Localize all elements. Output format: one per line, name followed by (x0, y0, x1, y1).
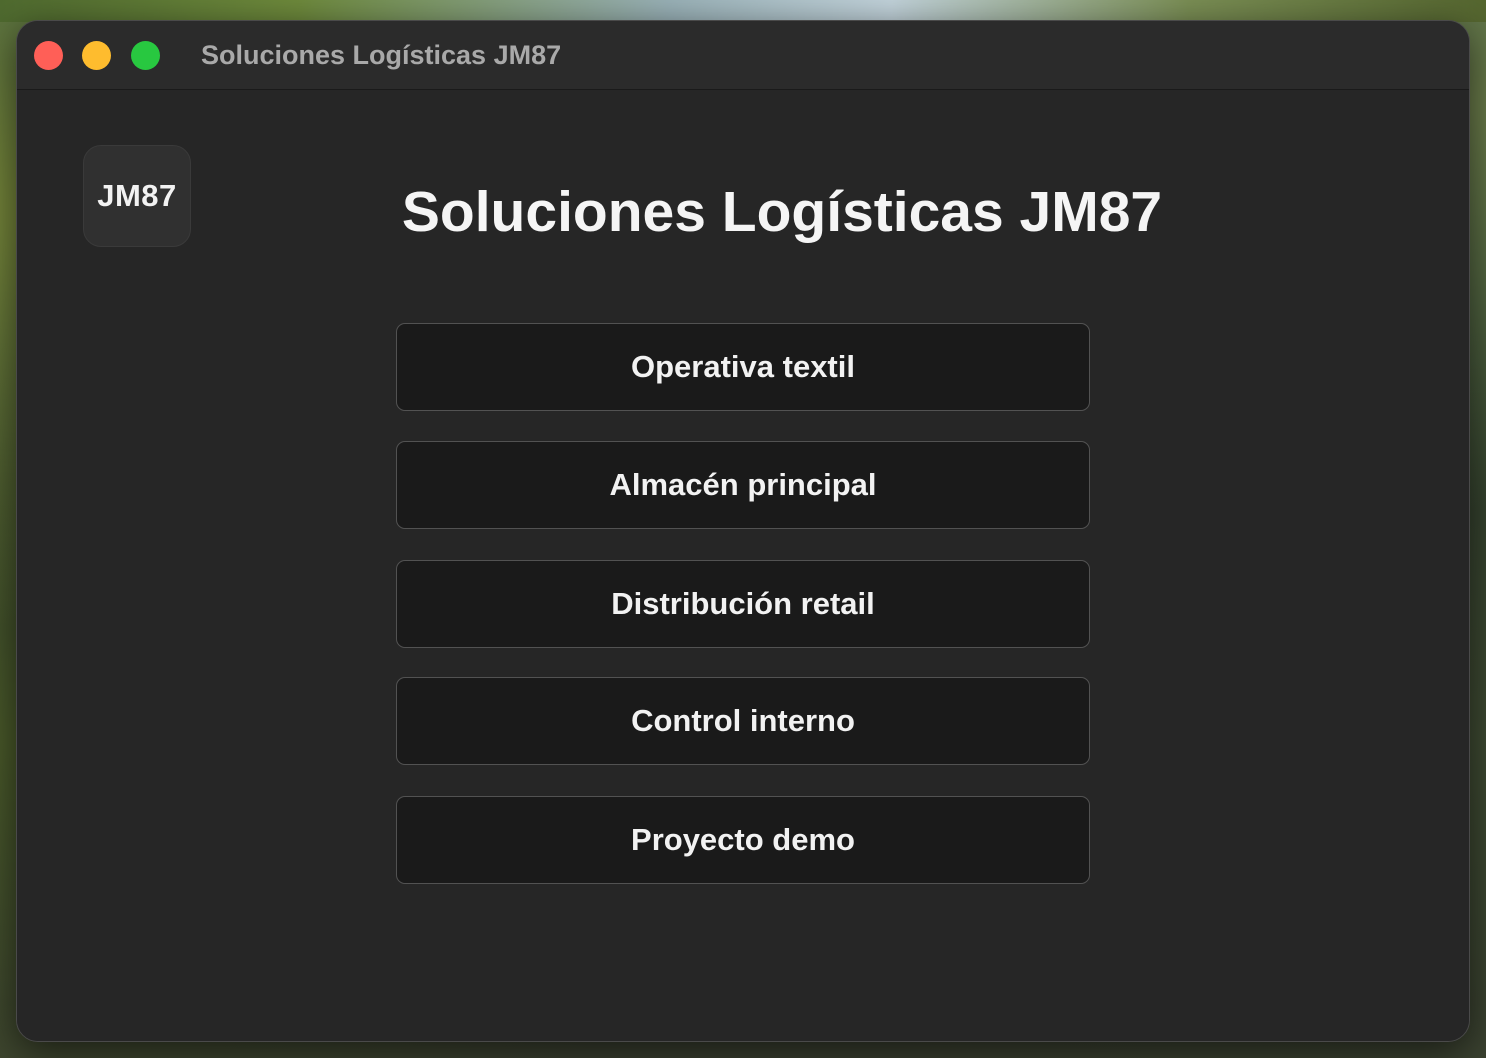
minimize-window-button[interactable] (82, 41, 111, 70)
app-logo: JM87 (83, 145, 191, 247)
button-label: Almacén principal (609, 467, 877, 502)
distribucion-retail-button[interactable]: Distribución retail (396, 560, 1090, 648)
button-label: Operativa textil (631, 349, 855, 384)
window-titlebar[interactable]: Soluciones Logísticas JM87 (17, 21, 1469, 90)
almacen-principal-button[interactable]: Almacén principal (396, 441, 1090, 529)
desktop-wallpaper (0, 0, 1486, 22)
proyecto-demo-button[interactable]: Proyecto demo (396, 796, 1090, 884)
button-label: Proyecto demo (631, 822, 855, 857)
app-window: Soluciones Logísticas JM87 JM87 Solucion… (16, 20, 1470, 1042)
button-label: Distribución retail (611, 586, 875, 621)
control-interno-button[interactable]: Control interno (396, 677, 1090, 765)
button-label: Control interno (631, 703, 855, 738)
app-logo-text: JM87 (97, 178, 177, 213)
main-content: JM87 Soluciones Logísticas JM87 Operativ… (17, 90, 1469, 1041)
window-title: Soluciones Logísticas JM87 (201, 40, 562, 70)
zoom-window-button[interactable] (131, 41, 160, 70)
page-title: Soluciones Logísticas JM87 (401, 180, 1163, 244)
close-window-button[interactable] (34, 41, 63, 70)
operativa-textil-button[interactable]: Operativa textil (396, 323, 1090, 411)
